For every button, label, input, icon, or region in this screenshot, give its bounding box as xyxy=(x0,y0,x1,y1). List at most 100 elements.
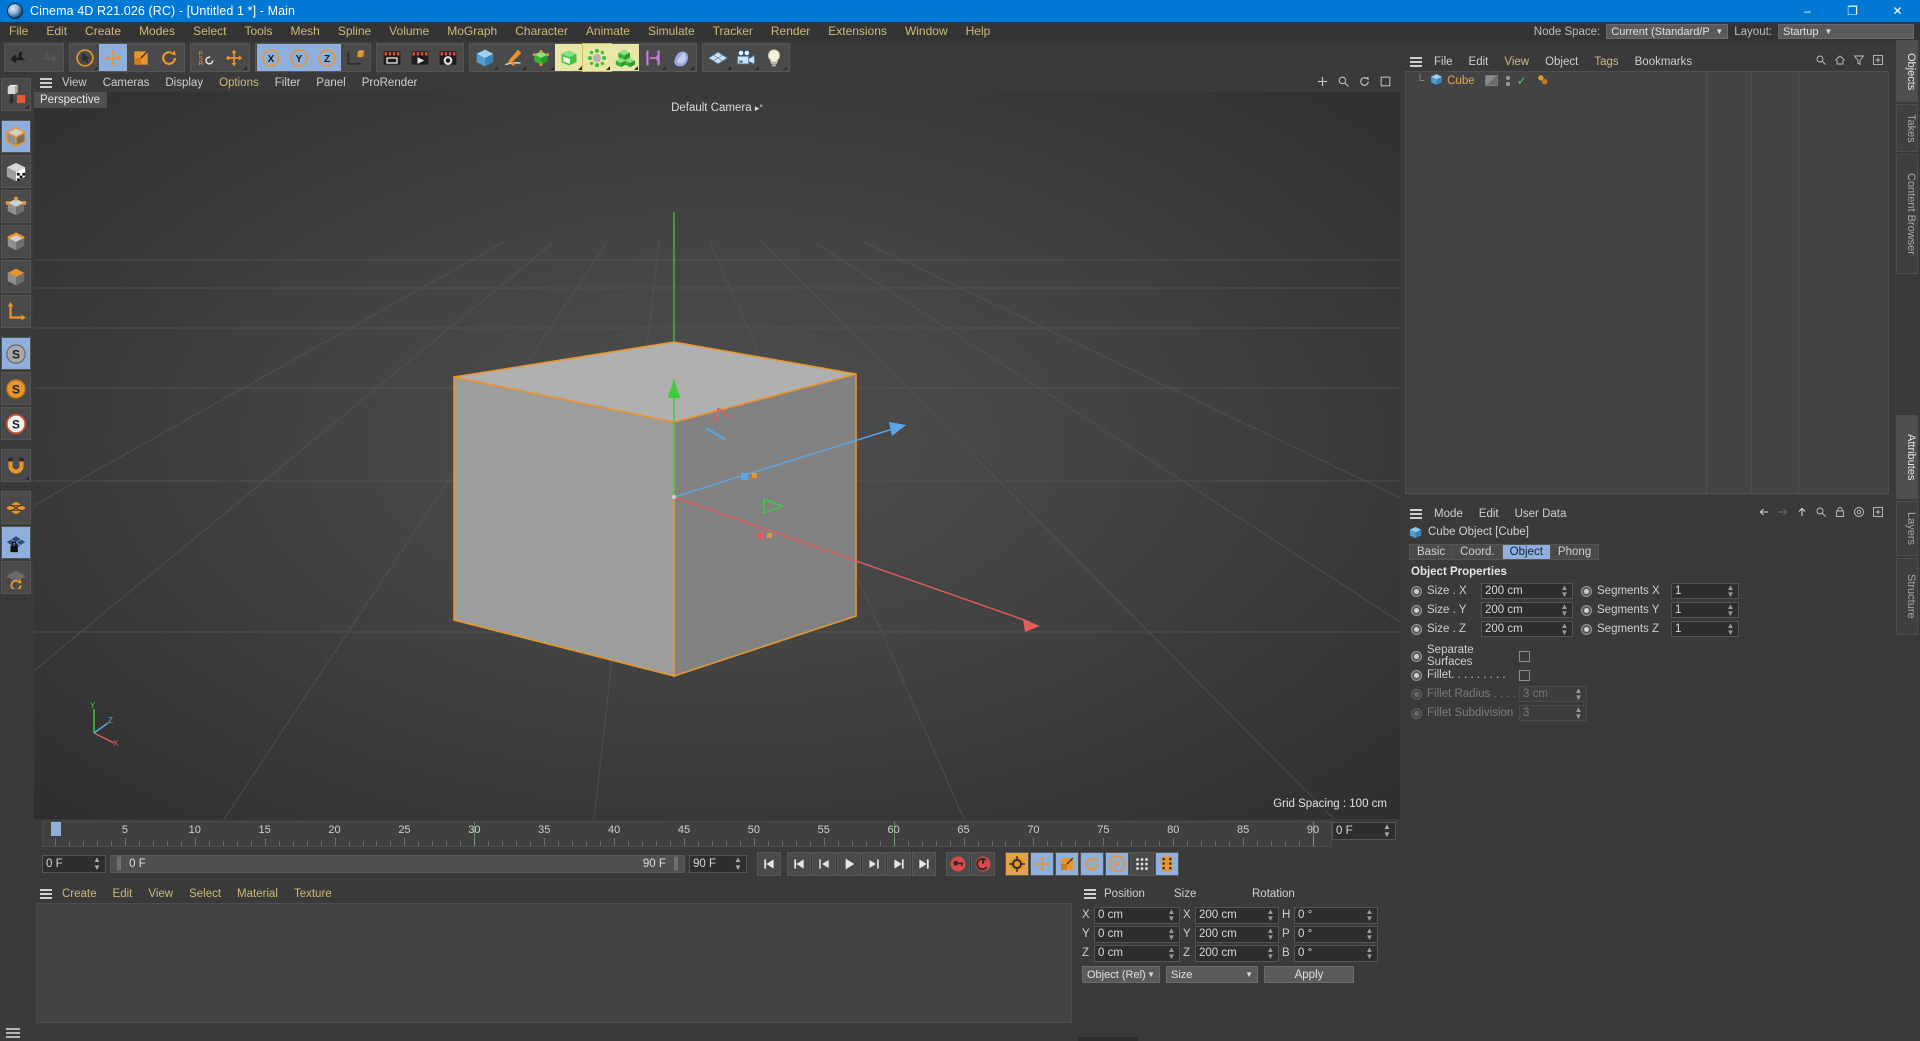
object-row[interactable]: └ Cube ✓ xyxy=(1406,72,1888,89)
spinner-icon[interactable]: ▲ ▼ xyxy=(1266,946,1275,961)
spinner-icon[interactable]: ▲ ▼ xyxy=(1726,622,1735,637)
edge-tab-attributes[interactable]: Attributes xyxy=(1896,415,1918,499)
material-menu-texture[interactable]: Texture xyxy=(286,888,340,900)
spinner-icon[interactable]: ▲ ▼ xyxy=(1560,584,1569,599)
enable-axis-button[interactable]: S xyxy=(1,337,31,370)
record-active-objects-button[interactable] xyxy=(946,852,970,876)
position-field[interactable]: 0 cm ▲ ▼ xyxy=(1094,944,1180,962)
menu-item-create[interactable]: Create xyxy=(76,22,130,41)
psr-reset-button[interactable]: PSR xyxy=(192,44,220,71)
viewport-hamburger-icon[interactable] xyxy=(38,77,54,89)
move-button[interactable] xyxy=(99,44,127,71)
spinner-icon[interactable]: ▲ ▼ xyxy=(1560,622,1569,637)
object-menu-view[interactable]: View xyxy=(1496,56,1537,68)
redo-button[interactable] xyxy=(34,44,62,71)
viewport-menu-cameras[interactable]: Cameras xyxy=(95,74,158,92)
edge-tab-layers[interactable]: Layers xyxy=(1896,501,1918,557)
attribute-tab-phong[interactable]: Phong xyxy=(1549,544,1600,560)
rotate-button[interactable] xyxy=(155,44,183,71)
add-icon[interactable] xyxy=(1872,54,1884,69)
attribute-hamburger-icon[interactable] xyxy=(1408,508,1424,520)
attribute-tab-basic[interactable]: Basic xyxy=(1409,544,1453,560)
animate-radio[interactable] xyxy=(1411,604,1422,616)
object-menu-tags[interactable]: Tags xyxy=(1586,56,1626,68)
add-material-button[interactable] xyxy=(667,44,695,71)
make-editable-button[interactable] xyxy=(1,78,31,111)
model-mode-button[interactable] xyxy=(1,120,31,153)
attribute-menu-edit[interactable]: Edit xyxy=(1471,508,1507,520)
property-value-field[interactable]: 200 cm ▲ ▼ xyxy=(1481,602,1573,618)
spinner-icon[interactable]: ▲ ▼ xyxy=(1560,603,1569,618)
search-icon[interactable] xyxy=(1815,506,1827,521)
menu-item-simulate[interactable]: Simulate xyxy=(639,22,704,41)
spinner-icon[interactable]: ▲ ▼ xyxy=(1167,908,1176,923)
property-value-field[interactable]: 200 cm ▲ ▼ xyxy=(1481,621,1573,637)
property-value-field[interactable]: 200 cm ▲ ▼ xyxy=(1481,583,1573,599)
frame-range-bar[interactable]: ║ 0 F 90 F ║ xyxy=(110,855,685,873)
texture-mode-button[interactable] xyxy=(1,155,31,188)
material-menu-view[interactable]: View xyxy=(140,888,181,900)
add-deformer-button[interactable] xyxy=(555,44,583,71)
parameter-key-button[interactable]: P xyxy=(1105,852,1129,876)
pan-vp-icon[interactable] xyxy=(1316,75,1329,91)
zoom-vp-icon[interactable] xyxy=(1337,75,1350,91)
workplane-rotate-button[interactable] xyxy=(1,561,31,594)
checkbox[interactable] xyxy=(1519,669,1530,681)
edges-mode-button[interactable] xyxy=(1,225,31,258)
object-hamburger-icon[interactable] xyxy=(1408,56,1424,68)
size-field[interactable]: 200 cm ▲ ▼ xyxy=(1195,906,1279,924)
position-field[interactable]: 0 cm ▲ ▼ xyxy=(1094,925,1180,943)
object-layer-swatch[interactable] xyxy=(1484,75,1498,86)
spinner-icon[interactable]: ▲ ▼ xyxy=(1167,927,1176,942)
target-icon[interactable] xyxy=(1853,506,1865,521)
world-object-axis-button[interactable] xyxy=(220,44,248,71)
y-axis-button[interactable]: Y xyxy=(285,44,313,71)
live-selection-button[interactable] xyxy=(71,44,99,71)
position-key-button[interactable] xyxy=(1030,852,1054,876)
rotation-field[interactable]: 0 ° ▲ ▼ xyxy=(1294,906,1378,924)
menu-item-animate[interactable]: Animate xyxy=(577,22,639,41)
add-field-button[interactable] xyxy=(639,44,667,71)
grid-button[interactable] xyxy=(1,491,31,524)
menu-item-tracker[interactable]: Tracker xyxy=(704,22,762,41)
go-to-start-button[interactable] xyxy=(757,852,781,876)
material-menu-edit[interactable]: Edit xyxy=(105,888,141,900)
add-mograph-button[interactable] xyxy=(611,44,639,71)
close-button[interactable]: ✕ xyxy=(1875,0,1920,22)
status-hamburger-icon[interactable] xyxy=(6,1027,20,1038)
filter-icon[interactable] xyxy=(1853,54,1865,69)
object-menu-edit[interactable]: Edit xyxy=(1461,56,1497,68)
size-mode-select[interactable]: Size ▼ xyxy=(1166,966,1258,983)
autokeying-button[interactable] xyxy=(971,852,995,876)
timeline-playhead[interactable] xyxy=(51,822,61,836)
spinner-icon[interactable]: ▲ ▼ xyxy=(1266,908,1275,923)
maximize-button[interactable]: ❐ xyxy=(1830,0,1875,22)
viewport-menu-view[interactable]: View xyxy=(54,74,95,92)
viewport-menu-display[interactable]: Display xyxy=(157,74,211,92)
keyframe-selection-button[interactable] xyxy=(1005,852,1029,876)
workplane-button[interactable]: S xyxy=(1,372,31,405)
forward-arrow-icon[interactable] xyxy=(1777,506,1789,521)
spinner-icon[interactable]: ▲ ▼ xyxy=(92,856,102,872)
go-to-next-key-button[interactable] xyxy=(887,852,911,876)
rotate-vp-icon[interactable] xyxy=(1358,75,1371,91)
object-menu-object[interactable]: Object xyxy=(1537,56,1586,68)
timeline-ruler[interactable]: 051015202530354045505560657075808590 xyxy=(42,821,1332,847)
world-coordinate-button[interactable] xyxy=(341,44,369,71)
object-enabled-check-icon[interactable]: ✓ xyxy=(1517,74,1527,88)
apply-button[interactable]: Apply xyxy=(1264,966,1354,983)
up-arrow-icon[interactable] xyxy=(1796,506,1808,521)
object-menu-file[interactable]: File xyxy=(1426,56,1461,68)
viewport-3d[interactable]: Perspective Default Camera ▸° Y X Z Grid… xyxy=(34,92,1400,819)
attribute-tab-coord[interactable]: Coord. xyxy=(1452,544,1502,560)
rotation-key-button[interactable] xyxy=(1080,852,1104,876)
animate-radio-2[interactable] xyxy=(1581,623,1592,635)
animate-radio[interactable] xyxy=(1411,623,1422,635)
viewport-menu-prorender[interactable]: ProRender xyxy=(354,74,426,92)
coordinate-mode-select[interactable]: Object (Rel) ▼ xyxy=(1082,966,1160,983)
object-visibility-dots[interactable] xyxy=(1505,75,1510,86)
menu-item-file[interactable]: File xyxy=(0,22,37,41)
spinner-icon[interactable]: ▲ ▼ xyxy=(1382,823,1392,839)
render-settings-button[interactable] xyxy=(434,44,462,71)
workplane-lock2-button[interactable] xyxy=(1,526,31,559)
